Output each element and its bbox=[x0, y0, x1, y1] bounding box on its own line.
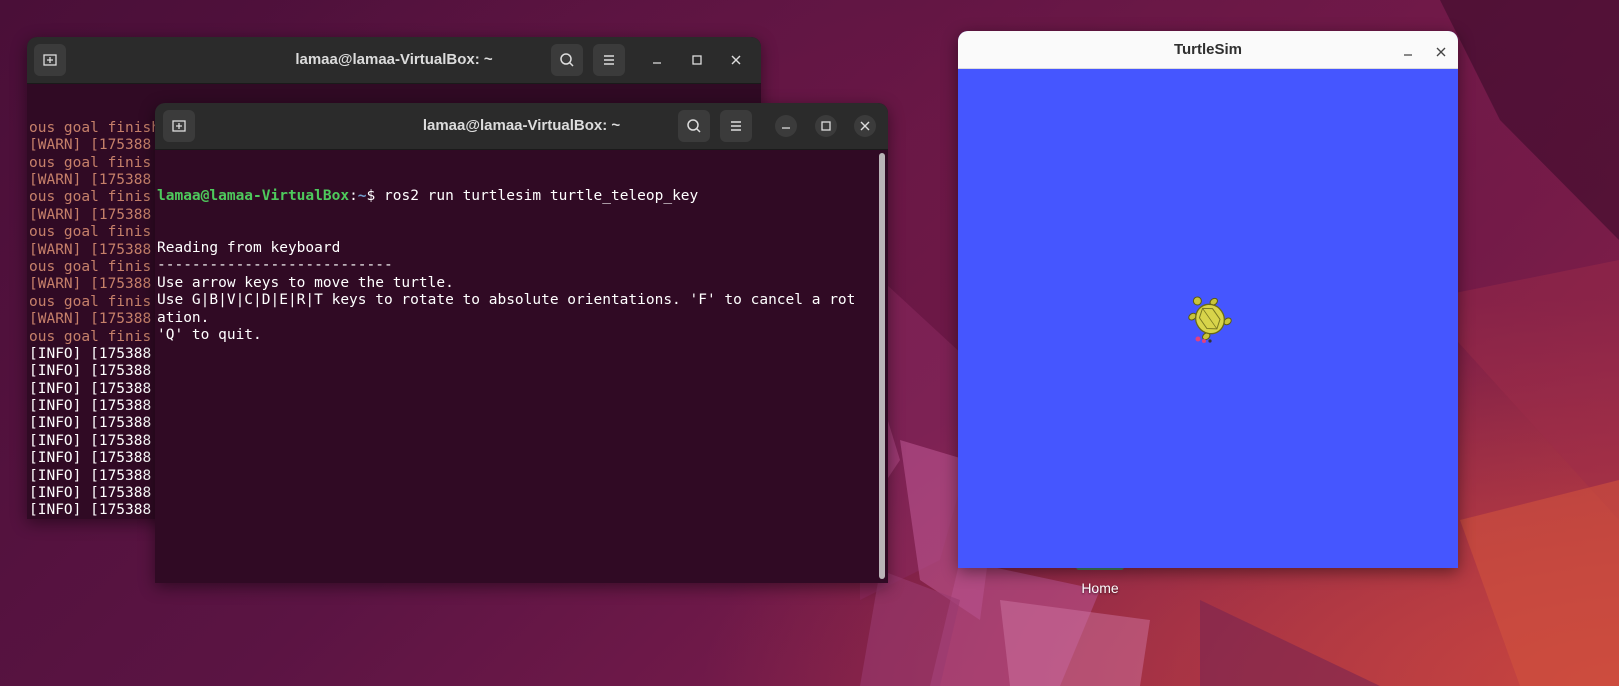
terminal-scrollbar[interactable] bbox=[879, 153, 885, 579]
hamburger-menu-icon bbox=[604, 55, 614, 65]
maximize-icon bbox=[821, 121, 831, 131]
output-line: Use arrow keys to move the turtle. bbox=[157, 274, 454, 291]
close-icon bbox=[860, 121, 870, 131]
turtlesim-window[interactable]: TurtleSim bbox=[958, 31, 1458, 568]
search-icon bbox=[560, 53, 574, 67]
minimize-button[interactable] bbox=[1402, 43, 1414, 62]
maximize-button[interactable] bbox=[687, 50, 707, 70]
turtlesim-canvas bbox=[958, 69, 1458, 568]
close-button[interactable] bbox=[854, 115, 876, 137]
prompt-separator: : bbox=[349, 187, 358, 204]
terminal-titlebar[interactable]: lamaa@lamaa-VirtualBox: ~ bbox=[27, 37, 761, 84]
maximize-icon bbox=[692, 55, 702, 65]
command-line: lamaa@lamaa-VirtualBox:~$ ros2 run turtl… bbox=[157, 188, 888, 205]
turtlesim-titlebar[interactable]: TurtleSim bbox=[958, 31, 1458, 69]
close-icon bbox=[1436, 47, 1446, 57]
prompt-symbol: $ bbox=[366, 187, 384, 204]
minimize-button[interactable] bbox=[647, 50, 667, 70]
output-line: ation. bbox=[157, 309, 210, 326]
home-icon-label: Home bbox=[1081, 580, 1119, 596]
close-button[interactable] bbox=[726, 50, 746, 70]
menu-button[interactable] bbox=[720, 110, 752, 142]
turtlesim-title: TurtleSim bbox=[1173, 41, 1243, 58]
terminal-output[interactable]: lamaa@lamaa-VirtualBox:~$ ros2 run turtl… bbox=[155, 150, 888, 379]
output-line: Reading from keyboard bbox=[157, 240, 341, 257]
terminal-window-front[interactable]: lamaa@lamaa-VirtualBox: ~ lamaa@lamaa-Vi… bbox=[155, 103, 888, 583]
maximize-button[interactable] bbox=[815, 115, 837, 137]
turtle-icon bbox=[1188, 296, 1232, 343]
minimize-icon bbox=[1404, 54, 1412, 56]
search-button[interactable] bbox=[678, 110, 710, 142]
minimize-icon bbox=[653, 62, 661, 64]
output-line: --------------------------- bbox=[157, 257, 393, 274]
minimize-icon bbox=[782, 127, 790, 129]
close-button[interactable] bbox=[1435, 43, 1447, 62]
terminal-titlebar[interactable]: lamaa@lamaa-VirtualBox: ~ bbox=[155, 103, 888, 150]
minimize-button[interactable] bbox=[775, 115, 797, 137]
menu-button[interactable] bbox=[593, 44, 625, 76]
output-line: 'Q' to quit. bbox=[157, 326, 262, 343]
output-line: Use G|B|V|C|D|E|R|T keys to rotate to ab… bbox=[157, 292, 856, 309]
command-text: ros2 run turtlesim turtle_teleop_key bbox=[384, 187, 699, 204]
prompt-path: ~ bbox=[357, 187, 367, 204]
search-button[interactable] bbox=[551, 44, 583, 76]
hamburger-menu-icon bbox=[731, 121, 741, 131]
search-icon bbox=[687, 119, 701, 133]
close-icon bbox=[731, 55, 741, 65]
prompt-user: lamaa@lamaa-VirtualBox bbox=[157, 187, 350, 204]
